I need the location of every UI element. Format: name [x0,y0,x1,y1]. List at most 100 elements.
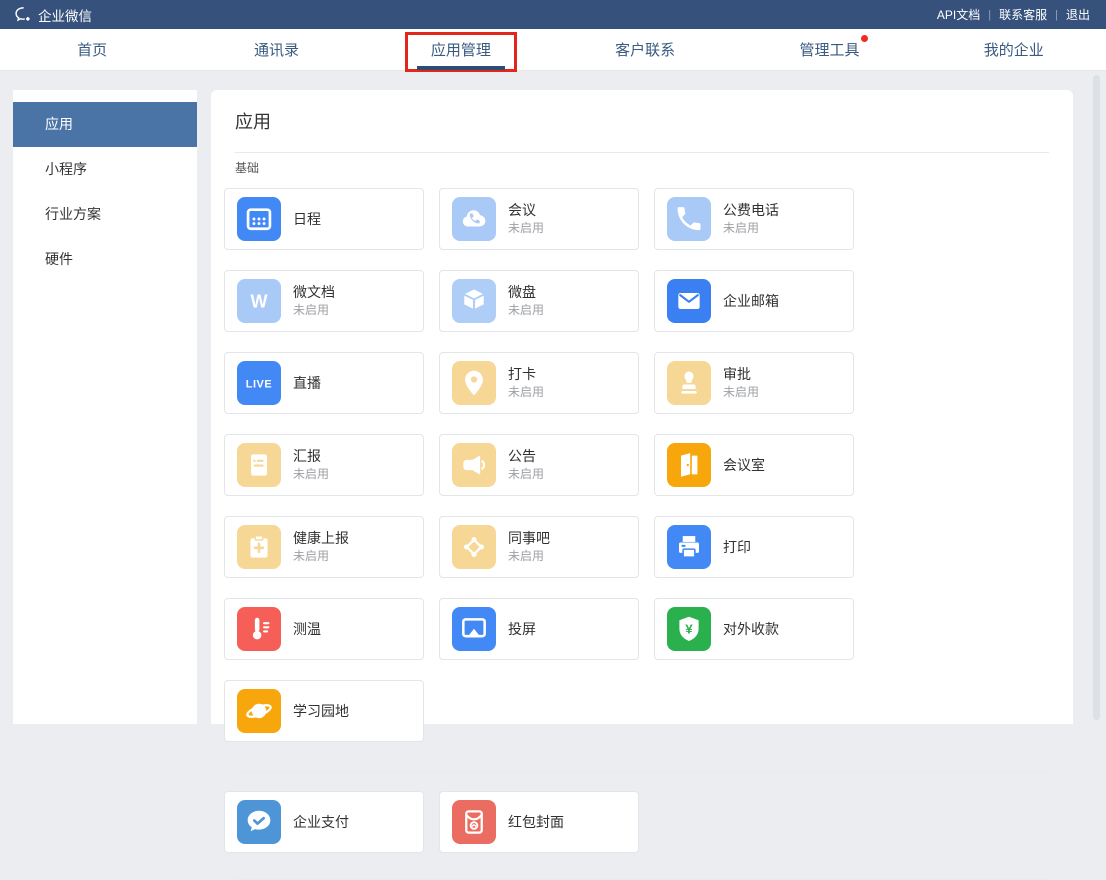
app-name: 企业邮箱 [723,292,779,311]
topbar-link[interactable]: API文档 [935,6,982,23]
nav-tab-label: 管理工具 [799,39,859,60]
topbar-link[interactable]: 联系客服 [997,6,1049,23]
app-name: 投屏 [508,620,536,639]
app-name: 同事吧 [508,529,550,548]
app-name: 企业支付 [293,813,349,832]
app-card[interactable]: ¥ 对外收款 [654,598,854,660]
app-status: 未启用 [723,384,759,401]
topbar-link-separator: | [988,9,991,21]
app-name: 公告 [508,447,544,466]
sidebar-item[interactable]: 小程序 [13,147,197,192]
app-card[interactable]: 同事吧未启用 [439,516,639,578]
nav-tab[interactable]: 管理工具 [737,29,921,70]
app-card[interactable]: 学习园地 [224,680,424,742]
app-name: 审批 [723,365,759,384]
section-label: 基础 [235,161,1049,175]
mail-icon [667,279,711,323]
apps-grid: 日程会议未启用公费电话未启用W微文档未启用微盘未启用企业邮箱LIVE直播打卡未启… [211,188,1073,762]
active-tab-underline [417,66,505,70]
sidebar-item[interactable]: 应用 [13,102,197,147]
app-status: 未启用 [293,302,335,319]
svg-text:LIVE: LIVE [246,378,272,390]
report-doc-icon [237,443,281,487]
wework-bubble-icon [14,5,33,24]
app-card[interactable]: 打卡未启用 [439,352,639,414]
nav-tab[interactable]: 客户联系 [553,29,737,70]
app-name: 微文档 [293,283,335,302]
app-card[interactable]: 投屏 [439,598,639,660]
sidebar-item[interactable]: 硬件 [13,237,197,282]
vertical-scrollbar[interactable] [1093,75,1100,720]
app-name: 健康上报 [293,529,349,548]
sidebar-item[interactable]: 行业方案 [13,192,197,237]
app-name: 打印 [723,538,751,557]
sidebar: 应用小程序行业方案硬件 [13,90,197,724]
app-name: 对外收款 [723,620,779,639]
page-title: 应用 [211,90,1073,135]
nav-tab[interactable]: 应用管理 [369,29,553,70]
app-status: 未启用 [293,466,329,483]
location-pin-icon [452,361,496,405]
app-status: 未启用 [293,548,349,565]
notification-dot [861,35,868,42]
app-card[interactable]: W 微文档未启用 [224,270,424,332]
app-name: 测温 [293,620,321,639]
svg-text:¥: ¥ [685,621,693,636]
nav-tab[interactable]: 首页 [0,29,184,70]
app-status: 未启用 [508,302,544,319]
app-card[interactable]: LIVE 直播 [224,352,424,414]
nav-tab-label: 通讯录 [254,39,299,60]
pay-bubble-icon [237,800,281,844]
app-name: 公费电话 [723,201,779,220]
door-icon [667,443,711,487]
nav-tab-label: 我的企业 [984,39,1044,60]
app-card[interactable]: 公告未启用 [439,434,639,496]
app-name: 会议 [508,201,544,220]
live-icon: LIVE [237,361,281,405]
app-card[interactable]: 测温 [224,598,424,660]
app-status: 未启用 [508,384,544,401]
app-name: 红包封面 [508,813,564,832]
phone-icon [667,197,711,241]
app-logo: 企业微信 [14,5,92,25]
app-card[interactable]: 汇报未启用 [224,434,424,496]
svg-text:W: W [251,291,268,311]
meeting-cloud-icon [452,197,496,241]
app-card[interactable]: 企业支付 [224,791,424,853]
app-status: 未启用 [723,220,779,237]
thermometer-icon [237,607,281,651]
nav-tab[interactable]: 通讯录 [184,29,368,70]
app-card[interactable]: 微盘未启用 [439,270,639,332]
app-card[interactable]: 会议未启用 [439,188,639,250]
app-card[interactable]: 红包封面 [439,791,639,853]
printer-icon [667,525,711,569]
app-card[interactable]: 健康上报未启用 [224,516,424,578]
app-name: 日程 [293,210,321,229]
app-name: 微盘 [508,283,544,302]
planet-icon [237,689,281,733]
app-name: 打卡 [508,365,544,384]
app-name: 直播 [293,374,321,393]
health-clipboard-icon [237,525,281,569]
topbar-link[interactable]: 退出 [1064,6,1092,23]
main-nav: 首页 通讯录 应用管理客户联系 管理工具 我的企业 [0,29,1106,71]
title-divider [235,152,1049,153]
logo-text: 企业微信 [38,5,92,25]
app-status: 未启用 [508,220,544,237]
app-card[interactable]: 公费电话未启用 [654,188,854,250]
app-card[interactable]: 会议室 [654,434,854,496]
stamp-icon [667,361,711,405]
app-card[interactable]: 企业邮箱 [654,270,854,332]
topbar-links: API文档|联系客服|退出 [935,6,1092,23]
app-card[interactable]: 打印 [654,516,854,578]
nav-tab[interactable]: 我的企业 [922,29,1106,70]
wedoc-w-icon: W [237,279,281,323]
section-divider [235,772,1049,773]
app-card[interactable]: 日程 [224,188,424,250]
app-card[interactable]: 审批未启用 [654,352,854,414]
apps-grid-secondary: 企业支付 红包封面 [211,791,1073,873]
colleagues-icon [452,525,496,569]
main-panel: 应用 基础 日程会议未启用公费电话未启用W微文档未启用微盘未启用企业邮箱LIVE… [211,90,1073,724]
app-name: 学习园地 [293,702,349,721]
app-name: 会议室 [723,456,765,475]
